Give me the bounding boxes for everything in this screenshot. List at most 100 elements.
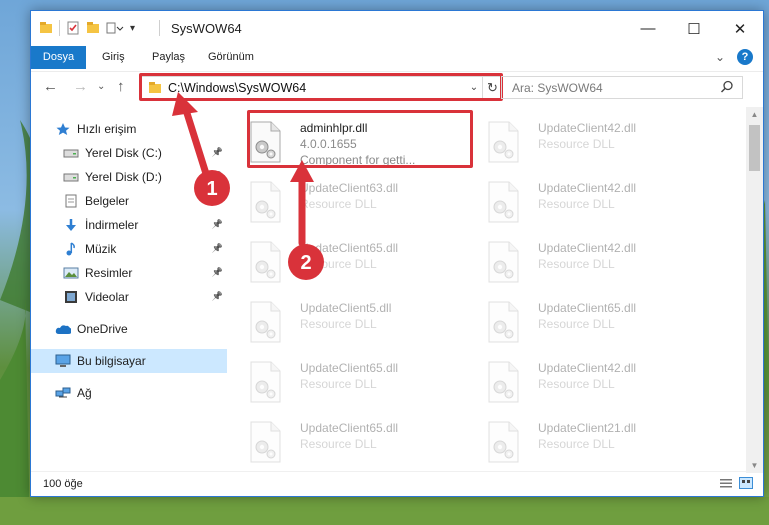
dll-file-icon (485, 421, 521, 463)
help-icon[interactable]: ? (737, 49, 753, 65)
star-icon (55, 121, 71, 137)
window-title: SysWOW64 (171, 21, 242, 36)
sidebar-item[interactable]: Resimler 📌 (31, 261, 227, 285)
pin-icon[interactable]: 📌 (212, 243, 223, 254)
pictures-icon (63, 265, 79, 281)
sidebar-item[interactable]: Hızlı erişim (31, 117, 227, 141)
pin-icon[interactable]: 📌 (212, 291, 223, 302)
pin-icon[interactable]: 📌 (212, 195, 223, 206)
maximize-button[interactable]: ☐ (671, 11, 717, 46)
navigation-bar: ← → ⌄ ↑ C:\Windows\SysWOW64 ⌄ ↻ Ara: Sys… (31, 71, 763, 103)
properties-icon[interactable] (66, 21, 80, 35)
sidebar-item[interactable]: Yerel Disk (D:) 📌 (31, 165, 227, 189)
file-tile[interactable]: UpdateClient42.dll Resource DLL (475, 175, 705, 231)
computer-icon (55, 353, 71, 369)
sidebar-item[interactable]: Ağ (31, 381, 227, 405)
folder-icon (40, 22, 52, 33)
sidebar-item-label: Yerel Disk (D:) (85, 170, 162, 184)
file-name: UpdateClient65.dll (300, 241, 399, 255)
file-tile[interactable]: UpdateClient42.dll Resource DLL (475, 355, 705, 411)
close-button[interactable]: ✕ (717, 11, 763, 46)
tab-view[interactable]: Görünüm (197, 46, 265, 69)
file-tile[interactable]: UpdateClient65.dll Resource DLL (237, 235, 467, 291)
toolbar-dropdown-icon[interactable]: ▾ (130, 23, 135, 34)
dll-file-icon (247, 241, 283, 283)
pin-icon[interactable]: 📌 (212, 219, 223, 230)
separator (159, 20, 160, 36)
dll-file-icon (247, 421, 283, 463)
sidebar-item-label: Yerel Disk (C:) (85, 146, 162, 160)
tab-home[interactable]: Giriş (91, 46, 136, 69)
new-folder-icon[interactable] (86, 21, 100, 35)
file-detail: Resource DLL (300, 377, 377, 391)
scroll-down-icon[interactable]: ▼ (746, 461, 763, 470)
drive-icon (63, 169, 79, 185)
file-name: UpdateClient63.dll (300, 181, 399, 195)
tiles-view-icon[interactable] (739, 477, 753, 489)
sidebar-item[interactable]: Müzik 📌 (31, 237, 227, 261)
sidebar-item[interactable]: Belgeler 📌 (31, 189, 227, 213)
download-icon (63, 217, 79, 233)
annotation-highlight-file (247, 110, 473, 168)
separator (59, 20, 60, 36)
vertical-scrollbar[interactable]: ▲ ▼ (746, 107, 763, 473)
file-name: UpdateClient5.dll (300, 301, 392, 315)
sidebar-item-label: Videolar (85, 290, 129, 304)
view-switcher (719, 477, 753, 489)
dll-file-icon (485, 361, 521, 403)
sidebar-item-label: OneDrive (77, 322, 128, 336)
pin-icon[interactable]: 📌 (212, 147, 223, 158)
forward-button[interactable]: → (73, 78, 88, 95)
sidebar-item[interactable]: Yerel Disk (C:) 📌 (31, 141, 227, 165)
file-name: UpdateClient65.dll (300, 361, 399, 375)
ribbon-collapse-icon[interactable]: ⌄ (715, 50, 725, 64)
file-tile[interactable]: UpdateClient42.dll Resource DLL (475, 115, 705, 171)
file-tile[interactable]: UpdateClient21.dll Resource DLL (475, 415, 705, 471)
file-detail: Resource DLL (300, 197, 377, 211)
music-icon (63, 241, 79, 257)
search-input[interactable]: Ara: SysWOW64 (501, 76, 743, 99)
item-count: 100 öğe (43, 478, 83, 490)
scroll-up-icon[interactable]: ▲ (746, 110, 763, 119)
file-detail: Resource DLL (538, 257, 615, 271)
tab-file[interactable]: Dosya (31, 46, 86, 69)
file-tile[interactable]: UpdateClient63.dll Resource DLL (237, 175, 467, 231)
status-bar: 100 öğe (31, 471, 763, 496)
pin-icon[interactable]: 📌 (212, 171, 223, 182)
recent-locations-button[interactable]: ⌄ (97, 81, 105, 92)
sidebar-item[interactable]: OneDrive (31, 317, 227, 341)
tab-share[interactable]: Paylaş (141, 46, 196, 69)
dll-file-icon (485, 121, 521, 163)
up-button[interactable]: ↑ (117, 78, 125, 95)
file-tile[interactable]: UpdateClient65.dll Resource DLL (237, 355, 467, 411)
details-view-icon[interactable] (719, 477, 733, 489)
file-tile[interactable]: UpdateClient65.dll Resource DLL (475, 295, 705, 351)
file-name: UpdateClient65.dll (538, 301, 637, 315)
sidebar-item[interactable]: Bu bilgisayar (31, 349, 227, 373)
file-detail: Resource DLL (300, 317, 377, 331)
search-icon[interactable] (720, 80, 734, 94)
customize-toolbar-icon[interactable] (106, 21, 124, 35)
pin-icon[interactable]: 📌 (212, 267, 223, 278)
file-tile[interactable]: UpdateClient5.dll Resource DLL (237, 295, 467, 351)
minimize-button[interactable]: — (625, 11, 671, 46)
annotation-highlight-address (139, 73, 503, 101)
search-placeholder: Ara: SysWOW64 (512, 80, 603, 95)
title-bar: ▾ SysWOW64 — ☐ ✕ (31, 11, 763, 46)
ribbon-tabs: Dosya Giriş Paylaş Görünüm ⌄ ? (31, 46, 763, 69)
scrollbar-thumb[interactable] (749, 125, 760, 171)
sidebar-item[interactable]: Videolar 📌 (31, 285, 227, 309)
sidebar-item-label: Bu bilgisayar (77, 354, 146, 368)
sidebar-item-label: İndirmeler (85, 218, 139, 232)
file-tile[interactable]: UpdateClient42.dll Resource DLL (475, 235, 705, 291)
navigation-pane: Hızlı erişim Yerel Disk (C:) 📌 Yerel Disk (… (31, 107, 227, 473)
file-tile[interactable]: UpdateClient65.dll Resource DLL (237, 415, 467, 471)
dll-file-icon (247, 301, 283, 343)
dll-file-icon (485, 241, 521, 283)
back-button[interactable]: ← (43, 78, 58, 95)
sidebar-item-label: Ağ (77, 386, 92, 400)
file-detail: Resource DLL (300, 437, 377, 451)
sidebar-item[interactable]: İndirmeler 📌 (31, 213, 227, 237)
file-detail: Resource DLL (300, 257, 377, 271)
file-name: UpdateClient42.dll (538, 181, 637, 195)
